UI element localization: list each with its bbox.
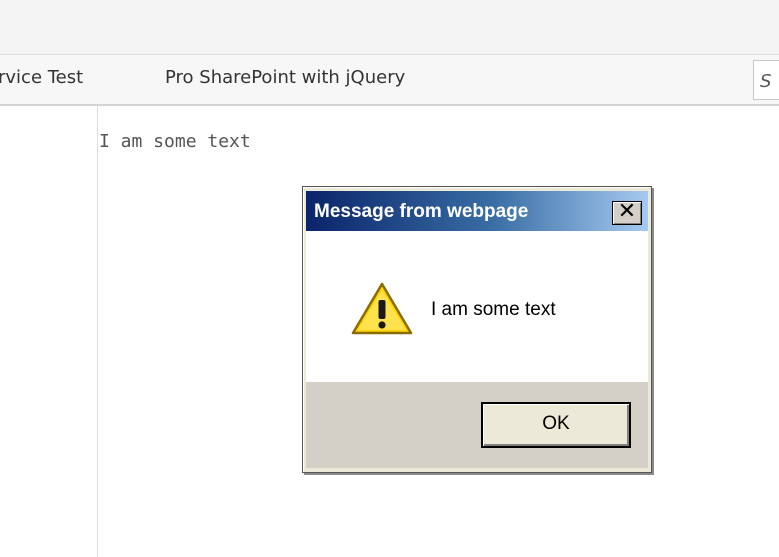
top-navigation-bar: rvice Test Pro SharePoint with jQuery xyxy=(0,55,779,106)
warning-icon xyxy=(351,282,413,335)
ok-button[interactable]: OK xyxy=(481,402,631,448)
dialog-body: I am some text xyxy=(306,231,648,382)
dialog-footer: OK xyxy=(306,382,648,468)
nav-item-pro-sharepoint[interactable]: Pro SharePoint with jQuery xyxy=(165,67,405,88)
left-navigation-panel xyxy=(0,106,98,557)
dialog-title: Message from webpage xyxy=(314,201,529,222)
browser-top-area xyxy=(0,0,779,55)
dialog-titlebar[interactable]: Message from webpage ✕ xyxy=(306,191,648,231)
close-button[interactable]: ✕ xyxy=(612,201,642,225)
nav-item-service-test[interactable]: rvice Test xyxy=(0,67,83,88)
alert-dialog: Message from webpage ✕ I am some text OK xyxy=(302,186,652,473)
search-input[interactable]: S xyxy=(753,60,779,100)
dialog-message: I am some text xyxy=(431,299,556,320)
page-content-text: I am some text xyxy=(99,131,251,152)
